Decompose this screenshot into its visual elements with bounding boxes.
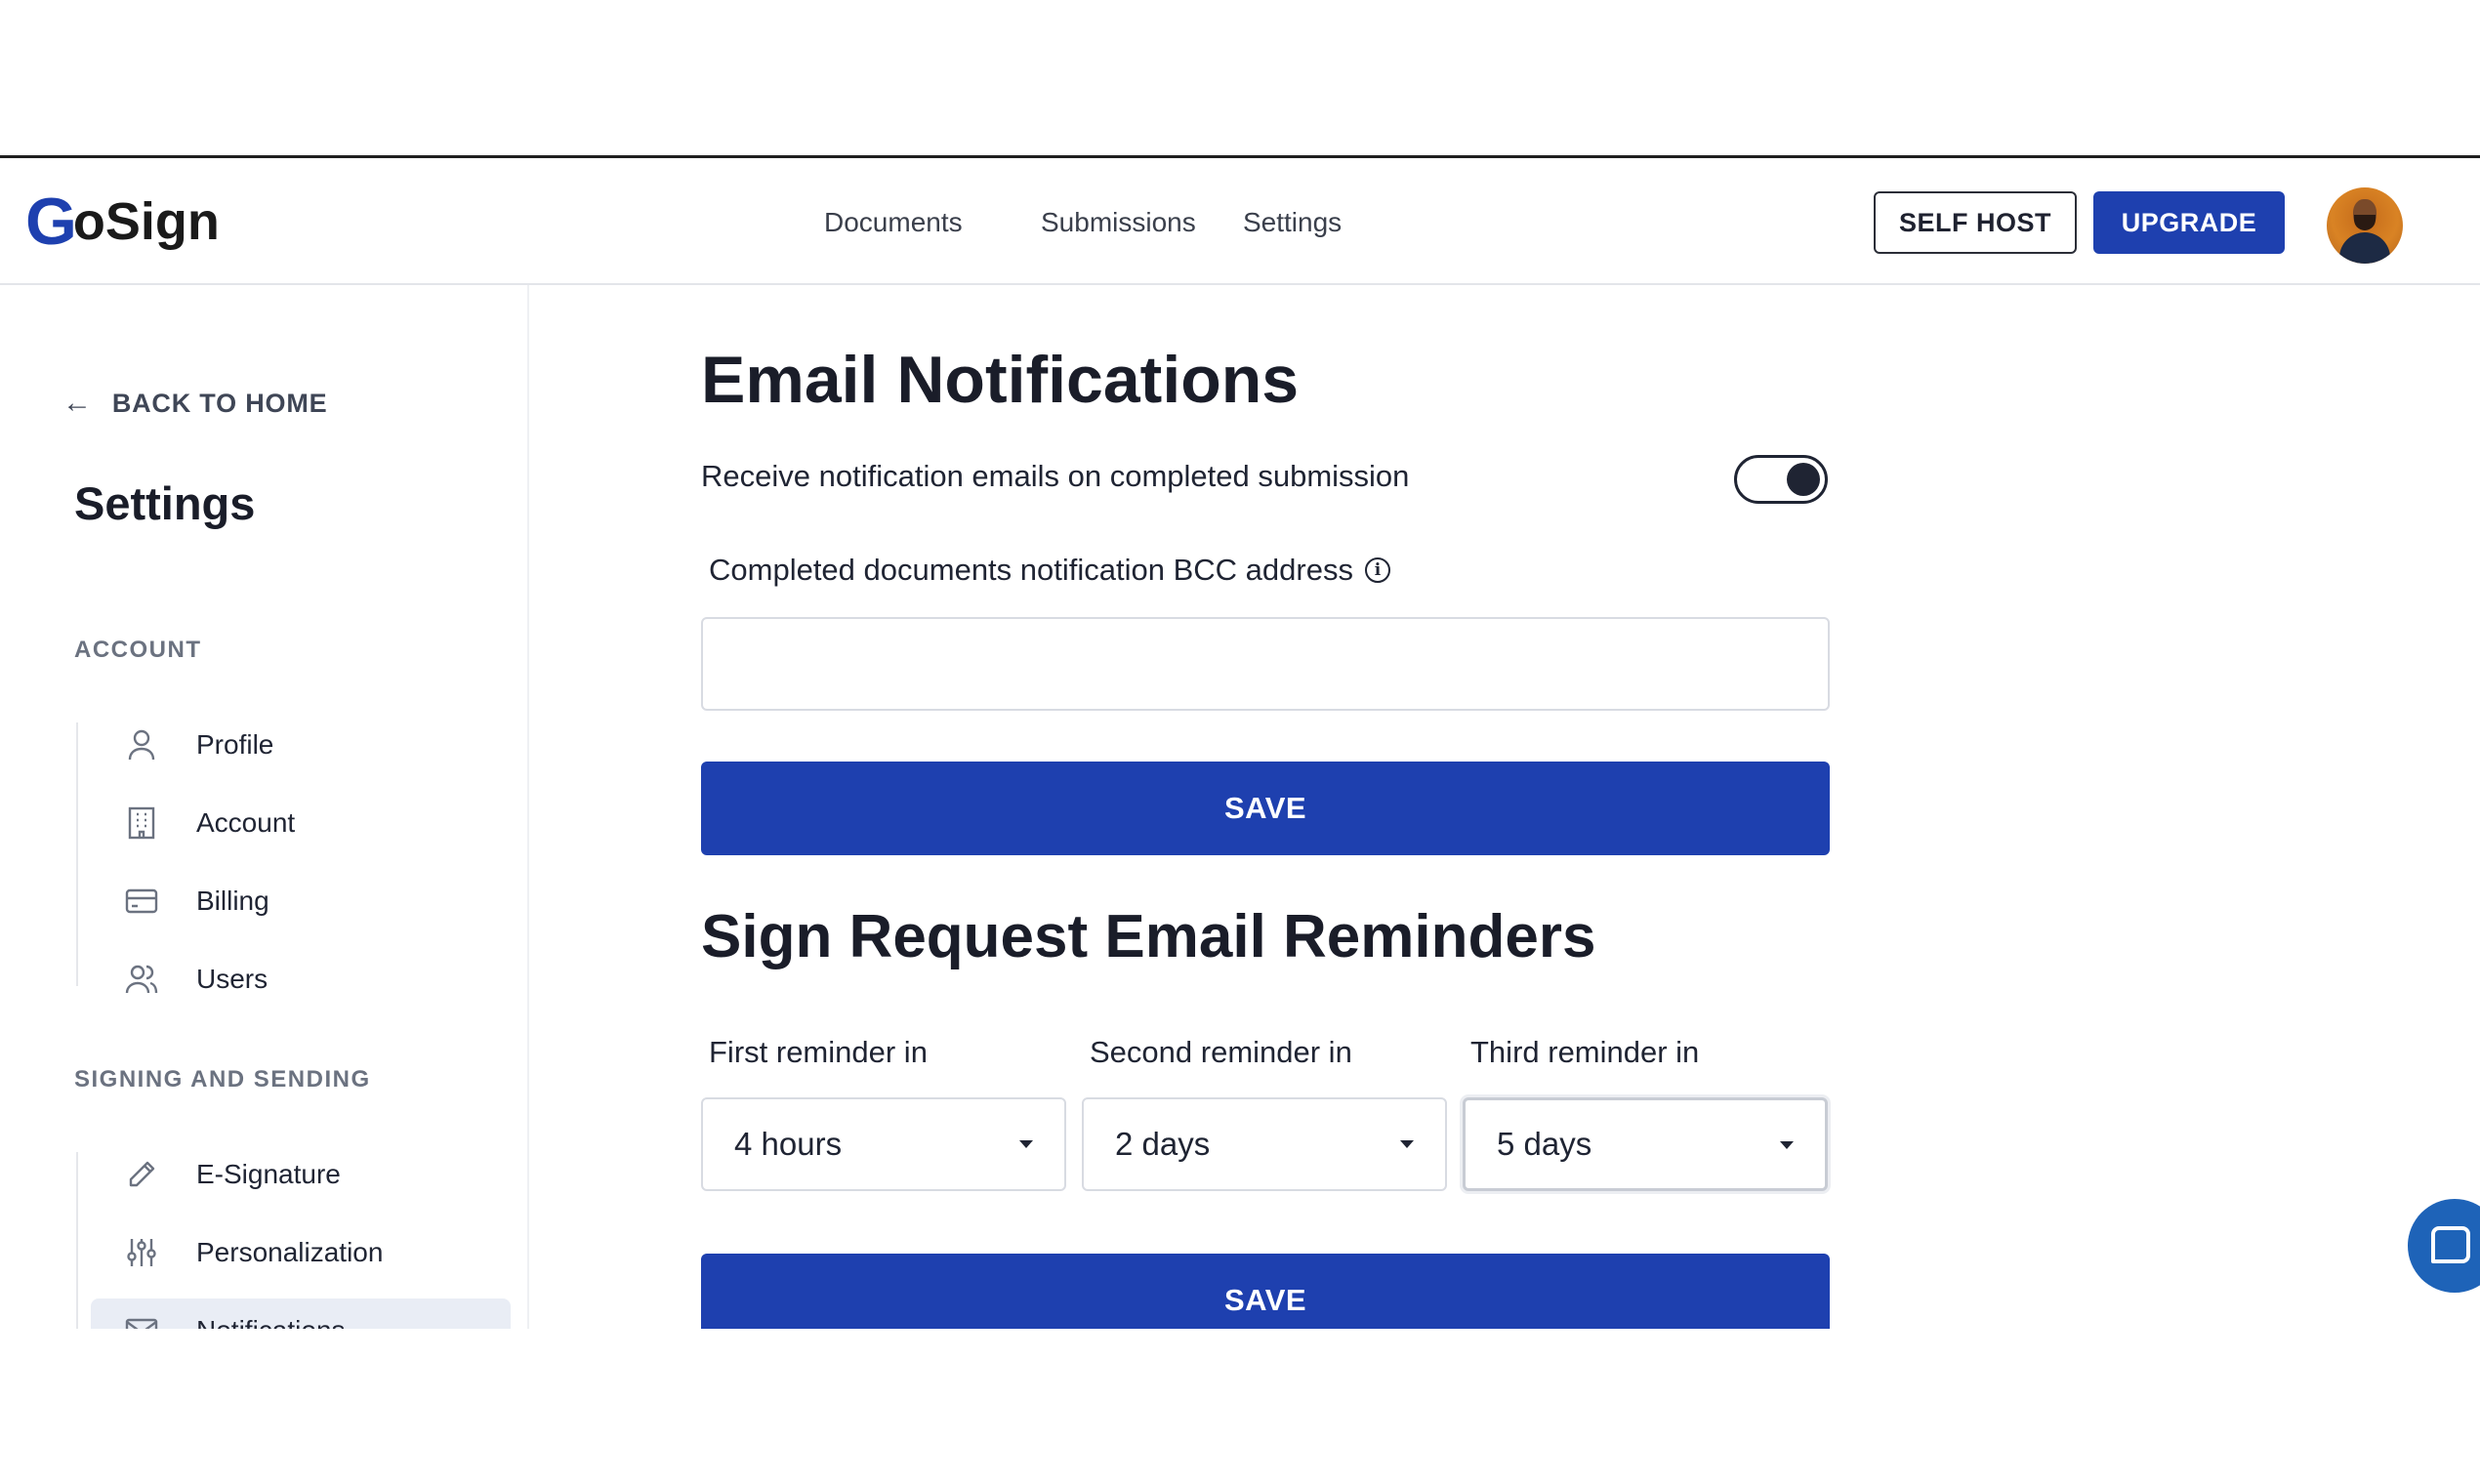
third-reminder-value: 5 days (1497, 1126, 1592, 1162)
caret-down-icon (1019, 1140, 1033, 1148)
signing-group-line (76, 1152, 78, 1329)
chat-widget-button[interactable] (2408, 1199, 2480, 1293)
users-icon (122, 960, 161, 999)
building-icon (122, 804, 161, 843)
sidebar-item-label: Personalization (196, 1237, 384, 1267)
sidebar-item-billing[interactable]: Billing (91, 869, 511, 933)
top-navbar: G oSign Documents Submissions Settings S… (0, 158, 2480, 285)
bcc-address-label: Completed documents notification BCC add… (709, 553, 1390, 588)
sidebar-item-label: Users (196, 964, 269, 994)
credit-card-icon (122, 882, 161, 921)
first-reminder-label: First reminder in (709, 1035, 928, 1069)
sign-request-reminders-title: Sign Request Email Reminders (701, 903, 1596, 970)
first-reminder-value: 4 hours (734, 1126, 843, 1162)
sidebar-item-account[interactable]: Account (91, 791, 511, 855)
gosign-logo[interactable]: G oSign (25, 185, 220, 259)
chat-icon (2431, 1226, 2470, 1263)
nav-submissions[interactable]: Submissions (1041, 207, 1196, 238)
completed-submission-toggle-label: Receive notification emails on completed… (701, 459, 1410, 493)
settings-sidebar: ← BACK TO HOME Settings ACCOUNT Profile … (0, 285, 529, 1329)
sliders-icon (122, 1233, 161, 1272)
arrow-left-icon: ← (62, 387, 93, 419)
sidebar-item-label: Account (196, 807, 296, 838)
second-reminder-value: 2 days (1115, 1126, 1211, 1162)
bcc-address-label-text: Completed documents notification BCC add… (709, 553, 1353, 587)
nav-settings[interactable]: Settings (1243, 207, 1342, 238)
caret-down-icon (1780, 1141, 1794, 1149)
section-label-signing: SIGNING AND SENDING (74, 1066, 371, 1092)
sidebar-item-personalization[interactable]: Personalization (91, 1220, 511, 1285)
third-reminder-select[interactable]: 5 days (1463, 1097, 1828, 1191)
self-host-button[interactable]: SELF HOST (1874, 191, 2077, 254)
save-email-notifications-button[interactable]: SAVE (701, 762, 1830, 855)
section-label-account: ACCOUNT (74, 637, 202, 663)
logo-mark: G (25, 185, 77, 259)
sidebar-item-e-signature[interactable]: E-Signature (91, 1142, 511, 1207)
sidebar-item-users[interactable]: Users (91, 947, 511, 1011)
toggle-knob (1787, 463, 1820, 496)
bcc-address-input[interactable] (701, 617, 1830, 711)
mail-icon (122, 1311, 161, 1329)
back-to-home-label: BACK TO HOME (111, 388, 328, 418)
user-icon (122, 725, 161, 764)
first-reminder-select[interactable]: 4 hours (701, 1097, 1066, 1191)
email-notifications-title: Email Notifications (701, 343, 1300, 417)
upgrade-button[interactable]: UPGRADE (2093, 191, 2285, 254)
sidebar-title: Settings (74, 477, 256, 529)
third-reminder-label: Third reminder in (1470, 1035, 1700, 1069)
caret-down-icon (1400, 1140, 1414, 1148)
pen-icon (122, 1155, 161, 1194)
sidebar-item-profile[interactable]: Profile (91, 713, 511, 777)
user-avatar[interactable] (2327, 187, 2403, 264)
completed-submission-toggle[interactable] (1734, 455, 1828, 504)
second-reminder-select[interactable]: 2 days (1082, 1097, 1447, 1191)
sidebar-item-label: Notifications (196, 1315, 346, 1329)
app-window: G oSign Documents Submissions Settings S… (0, 155, 2480, 1329)
sidebar-item-label: E-Signature (196, 1159, 341, 1189)
save-reminders-button[interactable]: SAVE (701, 1254, 1830, 1329)
sidebar-item-label: Profile (196, 729, 274, 760)
info-icon[interactable]: i (1364, 557, 1390, 583)
nav-documents[interactable]: Documents (824, 207, 963, 238)
second-reminder-label: Second reminder in (1090, 1035, 1352, 1069)
sidebar-item-label: Billing (196, 886, 269, 916)
back-to-home-link[interactable]: ← BACK TO HOME (62, 387, 327, 420)
sidebar-item-notifications[interactable]: Notifications (91, 1298, 511, 1329)
account-group-line (76, 722, 78, 986)
logo-text: oSign (72, 192, 220, 251)
